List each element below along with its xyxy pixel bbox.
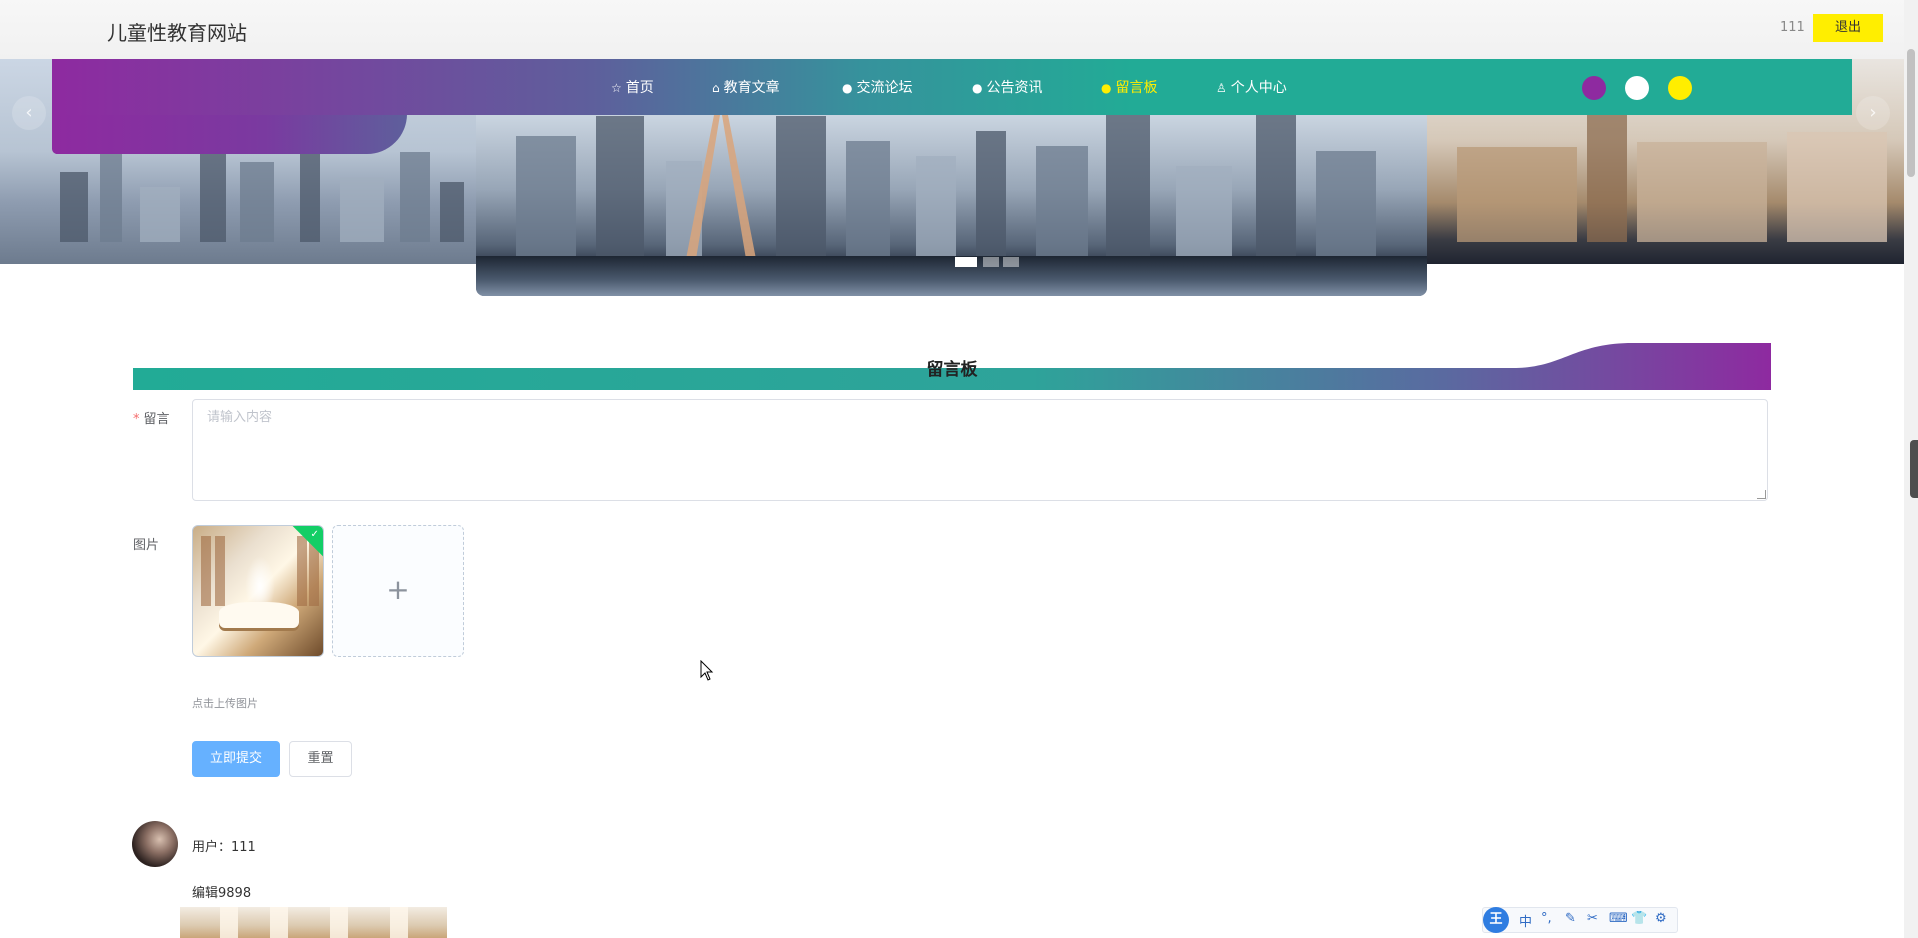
- theme-swatch-purple[interactable]: [1582, 76, 1606, 100]
- plus-icon: +: [386, 573, 410, 606]
- image-upload-button[interactable]: +: [332, 525, 464, 657]
- nav-item-label: 留言板: [1115, 80, 1158, 96]
- nav-item-forum[interactable]: ● 交流论坛: [842, 77, 912, 97]
- resize-handle[interactable]: [1757, 490, 1766, 499]
- avatar: [132, 821, 178, 867]
- scrollbar-thumb[interactable]: [1907, 49, 1915, 177]
- ime-toolbar: 王 中 °, ✎ ✂ ⌨ 👕 ⚙: [1482, 907, 1678, 933]
- ime-logo-icon[interactable]: 王: [1483, 907, 1509, 933]
- reset-button[interactable]: 重置: [289, 741, 352, 777]
- message-textarea[interactable]: 请输入内容: [192, 399, 1768, 501]
- info-icon: ●: [972, 81, 983, 95]
- nav-item-label: 公告资讯: [986, 80, 1043, 96]
- message-label: * 留言: [133, 408, 170, 427]
- top-header: 儿童性教育网站 111 退出: [0, 0, 1918, 60]
- ime-handwrite-icon[interactable]: ✎: [1565, 911, 1576, 926]
- required-asterisk: *: [133, 412, 140, 427]
- ime-settings-icon[interactable]: ⚙: [1655, 911, 1667, 926]
- upload-tip: 点击上传图片: [192, 697, 258, 710]
- carousel-next-arrow[interactable]: ›: [1856, 96, 1890, 130]
- message-placeholder: 请输入内容: [207, 410, 273, 425]
- comment-image[interactable]: [180, 907, 447, 938]
- mouse-cursor-icon: [700, 660, 714, 681]
- nav-item-label: 首页: [625, 80, 654, 96]
- ime-chinese-mode-icon[interactable]: 中: [1519, 911, 1532, 930]
- comment-user: 用户：111: [192, 840, 256, 855]
- nav-item-label: 个人中心: [1230, 80, 1287, 96]
- uploaded-image-thumbnail[interactable]: ✓: [192, 525, 324, 657]
- nav-item-label: 交流论坛: [856, 80, 913, 96]
- current-user-name: 111: [1780, 20, 1805, 35]
- nav-decoration: [52, 114, 407, 154]
- nav-item-message-board[interactable]: ● 留言板: [1101, 77, 1157, 97]
- carousel-prev-arrow[interactable]: ‹: [12, 96, 46, 130]
- ime-skin-icon[interactable]: 👕: [1631, 911, 1647, 926]
- side-floating-tab[interactable]: [1910, 440, 1918, 498]
- info-icon: ●: [842, 81, 853, 95]
- check-icon: ✓: [310, 529, 319, 541]
- carousel-indicator-1[interactable]: [955, 257, 977, 267]
- user-icon: ♙: [1216, 81, 1227, 95]
- theme-swatch-yellow[interactable]: [1668, 76, 1692, 100]
- logout-button[interactable]: 退出: [1813, 14, 1883, 42]
- theme-swatch-white[interactable]: [1625, 76, 1649, 100]
- comment-content: 编辑9898: [192, 886, 252, 901]
- ime-scissors-icon[interactable]: ✂: [1587, 911, 1598, 926]
- submit-button[interactable]: 立即提交: [192, 741, 280, 777]
- message-label-text: 留言: [143, 412, 170, 427]
- nav-item-announcements[interactable]: ● 公告资讯: [972, 77, 1042, 97]
- nav-item-profile[interactable]: ♙ 个人中心: [1216, 77, 1287, 97]
- book-image: [219, 602, 299, 628]
- carousel-indicator-2[interactable]: [983, 257, 999, 267]
- section-title: 留言板: [926, 360, 978, 380]
- carousel-indicator-3[interactable]: [1003, 257, 1019, 267]
- star-icon: ☆: [611, 81, 622, 95]
- ime-keyboard-icon[interactable]: ⌨: [1609, 911, 1628, 926]
- nav-item-home[interactable]: ☆ 首页: [611, 77, 654, 97]
- site-title: 儿童性教育网站: [107, 21, 247, 45]
- info-icon: ●: [1101, 81, 1112, 95]
- image-label: 图片: [133, 538, 160, 553]
- bag-icon: ⌂: [712, 81, 720, 95]
- nav-item-articles[interactable]: ⌂ 教育文章: [712, 77, 780, 97]
- ime-punctuation-icon[interactable]: °,: [1541, 911, 1552, 926]
- nav-item-label: 教育文章: [723, 80, 780, 96]
